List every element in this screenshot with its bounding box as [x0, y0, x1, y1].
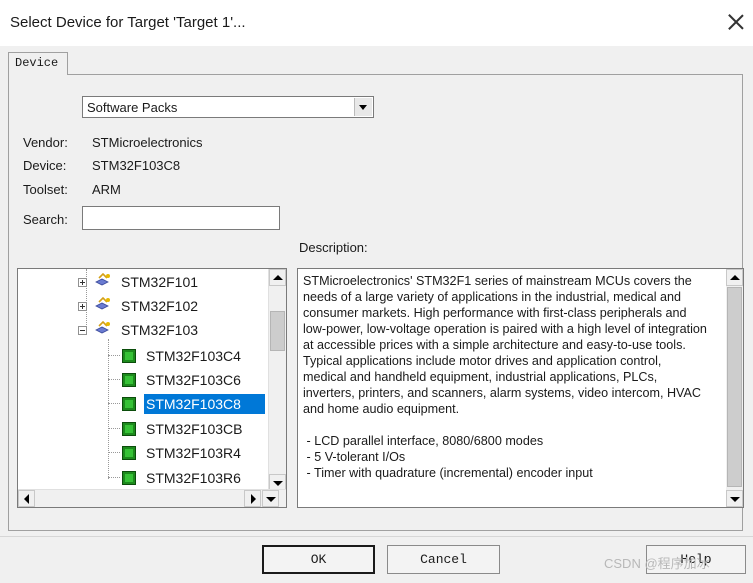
chip-icon — [122, 373, 136, 387]
tree-device-label: STM32F103C6 — [146, 372, 241, 388]
chevron-down-icon[interactable] — [354, 98, 372, 116]
tree-vertical-scrollbar[interactable] — [268, 269, 286, 491]
tree-device-label: STM32F103R6 — [146, 470, 241, 486]
device-tree[interactable]: STM32F101 STM32F102 STM32F103 STM32F103C… — [17, 268, 287, 508]
chip-icon — [122, 397, 136, 411]
scroll-left-icon[interactable] — [18, 490, 35, 507]
tree-family-label: STM32F101 — [121, 274, 199, 290]
tree-device-label: STM32F103C4 — [146, 348, 241, 364]
tree-device-label: STM32F103CB — [146, 421, 243, 437]
footer-separator — [0, 536, 753, 537]
tree-family-item[interactable]: STM32F102 — [18, 295, 268, 317]
tab-device-label: Device — [15, 56, 59, 70]
device-family-icon — [95, 321, 110, 334]
tree-horizontal-scrollbar[interactable] — [18, 489, 286, 507]
search-input[interactable] — [82, 206, 280, 230]
tree-family-item[interactable]: STM32F101 — [18, 271, 268, 293]
ok-button[interactable]: OK — [262, 545, 375, 574]
expand-plus-icon[interactable] — [78, 302, 87, 311]
pack-select-value: Software Packs — [87, 100, 178, 115]
vendor-label: Vendor: — [23, 135, 68, 150]
tree-device-label: STM32F103R4 — [146, 445, 241, 461]
toolset-value: ARM — [92, 182, 121, 197]
tree-device-item[interactable]: STM32F103R6 — [18, 467, 268, 489]
expand-plus-icon[interactable] — [78, 278, 87, 287]
watermark: CSDN @程序加冰 — [604, 556, 710, 571]
chip-icon — [122, 422, 136, 436]
scroll-down-icon[interactable] — [726, 490, 743, 507]
scroll-right-icon[interactable] — [244, 490, 261, 507]
tab-device[interactable]: Device — [8, 52, 68, 75]
device-family-icon — [95, 273, 110, 286]
tree-device-item[interactable]: STM32F103C6 — [18, 369, 268, 391]
close-icon[interactable] — [726, 12, 746, 32]
scroll-up-icon[interactable] — [269, 269, 286, 286]
tree-family-label: STM32F103 — [121, 322, 199, 338]
tree-family-label: STM32F102 — [121, 298, 199, 314]
tree-device-item-selected[interactable]: STM32F103C8 — [18, 393, 268, 415]
pack-select[interactable]: Software Packs — [82, 96, 374, 118]
scroll-up-icon[interactable] — [726, 269, 743, 286]
tree-device-item[interactable]: STM32F103C4 — [18, 345, 268, 367]
scroll-thumb[interactable] — [727, 287, 742, 487]
tree-device-label: STM32F103C8 — [144, 394, 265, 414]
scroll-down-icon[interactable] — [262, 490, 279, 507]
tree-family-item[interactable]: STM32F103 — [18, 319, 268, 341]
collapse-minus-icon[interactable] — [78, 326, 87, 335]
toolset-label: Toolset: — [23, 182, 68, 197]
description-text: STMicroelectronics' STM32F1 series of ma… — [303, 274, 707, 480]
description-label: Description: — [299, 240, 368, 255]
window-title: Select Device for Target 'Target 1'... — [10, 14, 246, 31]
device-label: Device: — [23, 158, 67, 173]
chip-icon — [122, 446, 136, 460]
device-family-icon — [95, 297, 110, 310]
device-value: STM32F103C8 — [92, 158, 181, 173]
description-box[interactable]: STMicroelectronics' STM32F1 series of ma… — [297, 268, 744, 508]
tree-device-item[interactable]: STM32F103R4 — [18, 442, 268, 464]
scroll-thumb[interactable] — [270, 311, 285, 351]
vendor-value: STMicroelectronics — [92, 135, 203, 150]
chip-icon — [122, 349, 136, 363]
tree-device-item[interactable]: STM32F103CB — [18, 418, 268, 440]
title-bar: Select Device for Target 'Target 1'... — [0, 0, 753, 46]
search-label: Search: — [23, 212, 68, 227]
description-vertical-scrollbar[interactable] — [726, 269, 743, 507]
chip-icon — [122, 471, 136, 485]
cancel-button[interactable]: Cancel — [387, 545, 500, 574]
